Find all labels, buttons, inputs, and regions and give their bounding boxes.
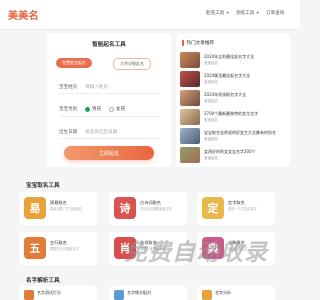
article-title: 2024属龙最佳起名字大全 <box>204 73 251 78</box>
gender-boy-label: 男孩 <box>92 107 102 112</box>
divider <box>59 93 159 94</box>
tool-name: 名字缘分配对 <box>127 290 151 295</box>
tool-card[interactable]: 诗 古诗词取名 古诗名句提取宝宝名字 <box>109 192 187 225</box>
article-item[interactable]: 2024属龙最佳起名字大全 宝宝起名 <box>180 71 288 89</box>
tab-master-naming[interactable]: 大师详细起名 <box>113 58 151 70</box>
article-category: 宝宝起名 <box>204 118 218 122</box>
naming-form-card: 智能起名工具 免费姓名起名 大师详细起名 宝宝姓氏 请输入姓氏 宝宝性别 男孩 … <box>47 33 171 167</box>
tool-card[interactable]: 定 定字取名 固定一个字生成名字 <box>197 192 275 225</box>
tool-desc: 根据五行喜用起名字 <box>50 247 79 251</box>
article-category: 宝宝起名 <box>204 61 218 65</box>
article-title: 宝宝取名宝库说的好女生大全集有的别名 <box>204 130 276 135</box>
tool-name: 名字分析 <box>215 290 231 295</box>
nav-name-test-tools[interactable]: 测名工具 ▼ <box>236 10 259 16</box>
article-thumbnail <box>180 109 200 125</box>
chevron-down-icon: ▼ <box>256 11 260 15</box>
five-elements-icon: 五 <box>24 237 46 259</box>
divider <box>59 138 159 139</box>
hot-articles-title: 热门文章推荐 <box>186 41 215 46</box>
name-analysis-tools-heading: 名字解析工具 <box>26 278 60 284</box>
poetry-icon: 诗 <box>114 197 136 219</box>
analysis-tool-card[interactable]: 名字测试打分 <box>19 286 97 300</box>
form-title: 智能起名工具 <box>92 42 126 48</box>
birth-label: 出生日期 <box>59 130 78 135</box>
tool-name: 周易取名 <box>50 200 67 205</box>
nav-label: 订单查询 <box>266 11 285 16</box>
pairing-icon <box>114 290 124 300</box>
analysis-tool-card[interactable]: 名字缘分配对 <box>109 286 187 300</box>
hot-articles-header: 热门文章推荐 <box>182 40 214 46</box>
gender-label: 宝宝性别 <box>59 107 78 112</box>
article-thumbnail <box>180 71 200 87</box>
article-thumbnail <box>180 128 200 144</box>
surname-row: 宝宝姓氏 请输入姓氏 <box>59 84 108 90</box>
surname-label: 宝宝姓氏 <box>59 85 78 90</box>
accent-bar <box>182 40 184 46</box>
article-thumbnail <box>180 147 200 163</box>
tool-card[interactable]: 易 周易取名 周易古籍三才五格起名 <box>19 192 97 225</box>
nav-label: 起名工具 <box>206 11 225 16</box>
baby-naming-tools-heading: 宝宝取名工具 <box>26 183 60 189</box>
nav-label: 测名工具 <box>236 11 255 16</box>
radio-unchecked-icon <box>109 106 114 112</box>
article-item[interactable]: 宝宝取名宝库说的好女生大全集有的别名 宝宝起名 <box>180 128 288 146</box>
article-item[interactable]: 2024年男孩取名字大全 宝宝起名 <box>180 90 288 108</box>
divider <box>59 116 159 117</box>
article-category: 宝宝起名 <box>204 99 218 103</box>
chevron-down-icon: ▼ <box>226 11 230 15</box>
hot-articles-card: 热门文章推荐 2024年吉利最佳起名字大全 宝宝起名 2024属龙最佳起名字大全… <box>176 33 290 167</box>
zhouyi-icon: 易 <box>24 197 46 219</box>
article-thumbnail <box>180 90 200 106</box>
article-thumbnail <box>180 52 200 68</box>
article-item[interactable]: 2024年吉利最佳起名字大全 宝宝起名 <box>180 52 288 70</box>
tool-desc: 古诗名句提取宝宝名字 <box>140 207 172 211</box>
gender-girl-radio[interactable]: 女孩 <box>109 106 125 112</box>
analysis-tool-card[interactable]: 名字分析 <box>197 286 275 300</box>
analysis-icon <box>202 290 212 300</box>
site-logo[interactable]: 美美名 <box>8 7 39 22</box>
tool-desc: 固定一个字生成名字 <box>228 207 257 211</box>
score-icon <box>24 290 34 300</box>
article-category: 宝宝起名 <box>204 137 218 141</box>
article-title: 2700个最新最独特的女生名字 <box>204 111 259 116</box>
nav-naming-tools[interactable]: 起名工具 ▼ <box>206 10 229 16</box>
birth-row: 出生日期 请选择出生日期 <box>59 129 117 135</box>
gender-row: 宝宝性别 男孩 女孩 <box>59 106 125 112</box>
article-title: 2024年男孩取名字大全 <box>204 92 247 97</box>
article-category: 宝宝起名 <box>204 156 218 160</box>
watermark-text: 免费自动收录 <box>124 240 268 266</box>
top-header: 美美名 起名工具 ▼ 测名工具 ▼ 订单查询 <box>0 0 300 30</box>
tool-name: 定字取名 <box>228 200 245 205</box>
article-item[interactable]: 女孩好听的女宝宝名字200个 宝宝起名 <box>180 147 288 165</box>
tool-card[interactable]: 五 五行取名 根据五行喜用起名字 <box>19 232 97 265</box>
name-analysis-tools-row: 名字测试打分 名字缘分配对 名字分析 <box>19 286 278 300</box>
article-title: 2024年吉利最佳起名字大全 <box>204 54 255 59</box>
tool-name: 五行取名 <box>50 240 67 245</box>
article-category: 宝宝起名 <box>204 80 218 84</box>
tab-free-naming[interactable]: 免费姓名起名 <box>56 58 92 68</box>
submit-naming-button[interactable]: 立即起名 <box>64 146 154 160</box>
nav-order-query[interactable]: 订单查询 <box>266 10 284 16</box>
article-item[interactable]: 2700个最新最独特的女生名字 宝宝起名 <box>180 109 288 127</box>
radio-checked-icon <box>85 106 90 112</box>
gender-boy-radio[interactable]: 男孩 <box>85 106 101 112</box>
tool-name: 古诗词取名 <box>140 200 161 205</box>
birth-date-input[interactable]: 请选择出生日期 <box>85 129 117 135</box>
tool-name: 名字测试打分 <box>37 290 61 295</box>
surname-input[interactable]: 请输入姓氏 <box>85 84 108 90</box>
tool-desc: 周易古籍三才五格起名 <box>50 207 82 211</box>
article-title: 女孩好听的女宝宝名字200个 <box>204 149 256 154</box>
gender-girl-label: 女孩 <box>116 107 126 112</box>
fixed-character-icon: 定 <box>202 197 224 219</box>
